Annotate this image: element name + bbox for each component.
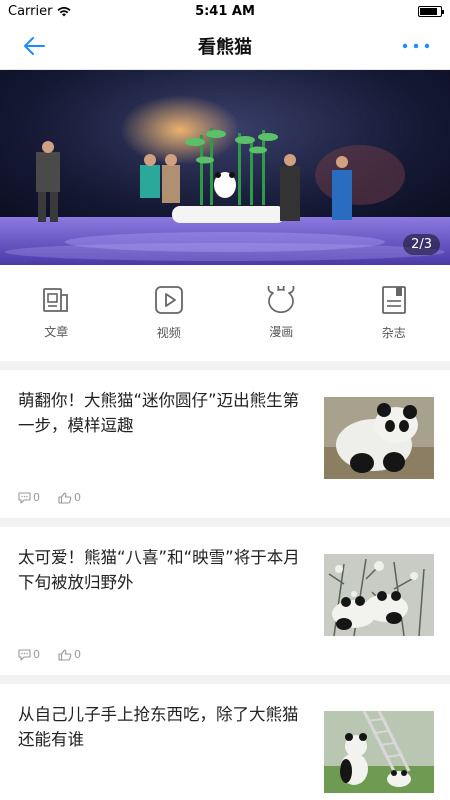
more-dots-icon (402, 43, 430, 48)
article-item[interactable]: 萌翻你！大熊猫“迷你圆仔”迈出熊生第一步，模样逗趣 0 0 (0, 370, 450, 518)
like-count[interactable]: 0 (58, 648, 81, 661)
article-meta: 0 0 (18, 491, 81, 504)
panda-face-icon (267, 286, 295, 313)
banner-image (0, 70, 450, 265)
thumbs-up-icon (58, 491, 72, 504)
app-screen: Carrier 5:41 AM 看熊猫 2/3 文章 视频 漫画 杂志 萌翻你！… (0, 0, 450, 800)
carrier-label: Carrier (8, 3, 53, 19)
article-meta: 0 0 (18, 648, 81, 661)
article-thumbnail (324, 711, 434, 793)
article-title: 从自己儿子手上抢东西吃，除了大熊猫还能有谁 (18, 705, 299, 749)
category-magazine[interactable]: 杂志 (354, 285, 434, 341)
battery-icon (418, 5, 444, 17)
category-article[interactable]: 文章 (16, 286, 96, 340)
category-video[interactable]: 视频 (129, 285, 209, 341)
category-label: 文章 (44, 325, 69, 339)
status-bar: Carrier 5:41 AM (0, 0, 450, 22)
category-bar: 文章 视频 漫画 杂志 (0, 265, 450, 361)
category-comic[interactable]: 漫画 (241, 286, 321, 340)
like-count-value: 0 (74, 491, 81, 504)
comment-icon (18, 491, 31, 504)
wifi-icon (57, 6, 72, 16)
status-left: Carrier (8, 3, 72, 19)
article-item[interactable]: 太可爱！熊猫“八喜”和“映雪”将于本月下旬被放归野外 0 0 (0, 527, 450, 675)
battery-level (420, 7, 437, 15)
thumbs-up-icon (58, 648, 72, 661)
article-title: 萌翻你！大熊猫“迷你圆仔”迈出熊生第一步，模样逗趣 (18, 391, 300, 435)
comment-icon (18, 648, 31, 661)
category-label: 杂志 (381, 326, 406, 340)
more-button[interactable] (398, 28, 434, 64)
pandas-in-snow-image (324, 554, 434, 636)
back-button[interactable] (16, 28, 52, 64)
like-count-value: 0 (74, 648, 81, 661)
banner-carousel[interactable]: 2/3 (0, 70, 450, 265)
article-thumbnail (324, 397, 434, 479)
panda-family-image (324, 711, 434, 793)
comment-count-value: 0 (33, 648, 40, 661)
like-count[interactable]: 0 (58, 491, 81, 504)
article-icon (43, 288, 69, 312)
comment-count[interactable]: 0 (18, 491, 40, 504)
carousel-page-indicator: 2/3 (403, 234, 440, 255)
panda-cub-image (324, 397, 434, 479)
article-title: 太可爱！熊猫“八喜”和“映雪”将于本月下旬被放归野外 (18, 548, 300, 592)
category-label: 视频 (156, 326, 181, 340)
comment-count[interactable]: 0 (18, 648, 40, 661)
article-item[interactable]: 从自己儿子手上抢东西吃，除了大熊猫还能有谁 (0, 684, 450, 800)
video-play-icon (154, 286, 183, 314)
comment-count-value: 0 (33, 491, 40, 504)
magazine-icon (381, 286, 406, 314)
category-label: 漫画 (269, 325, 294, 339)
back-arrow-icon (24, 36, 45, 55)
article-thumbnail (324, 554, 434, 636)
navigation-bar: 看熊猫 (0, 22, 450, 70)
page-title: 看熊猫 (198, 36, 252, 58)
